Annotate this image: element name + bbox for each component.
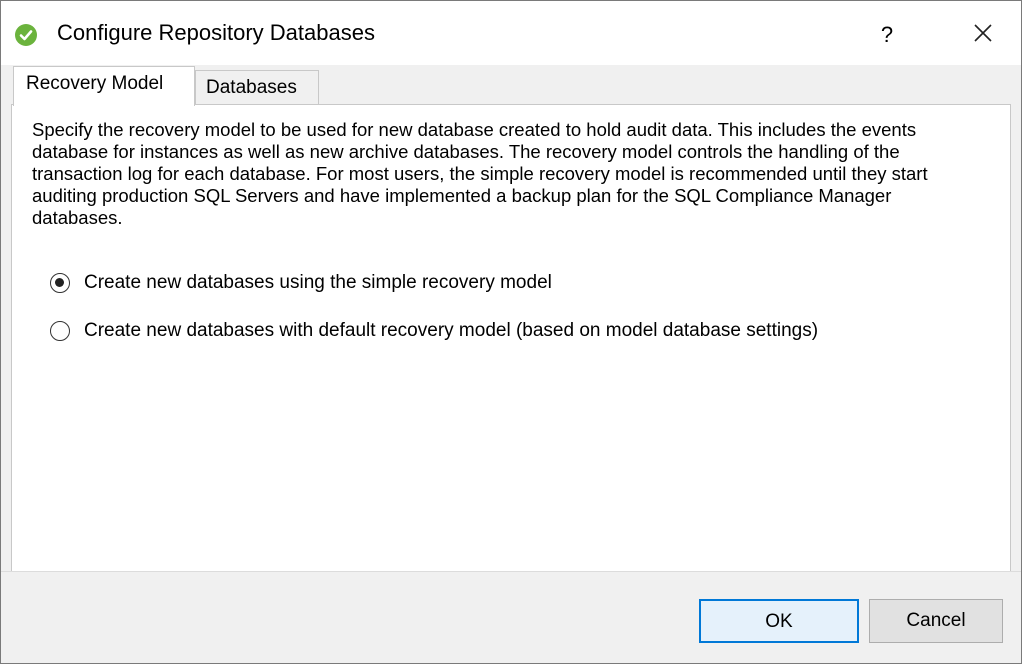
footer-divider bbox=[1, 571, 1021, 572]
tab-strip: Recovery Model Databases bbox=[11, 65, 1011, 106]
ok-button[interactable]: OK bbox=[699, 599, 859, 643]
cancel-button[interactable]: Cancel bbox=[869, 599, 1003, 643]
simple-recovery-label[interactable]: Create new databases using the simple re… bbox=[84, 271, 552, 295]
radio-button-unselected[interactable] bbox=[50, 321, 70, 341]
recovery-model-description: Specify the recovery model to be used fo… bbox=[32, 119, 928, 228]
help-button[interactable]: ? bbox=[867, 15, 907, 55]
radio-dot bbox=[55, 278, 64, 287]
window-title: Configure Repository Databases bbox=[57, 20, 375, 45]
dialog-window: Configure Repository Databases ? Recover… bbox=[0, 0, 1022, 664]
radio-button-selected[interactable] bbox=[50, 273, 70, 293]
tab-recovery-model[interactable]: Recovery Model bbox=[13, 66, 195, 106]
close-icon[interactable] bbox=[963, 17, 1003, 53]
green-check-circle-icon bbox=[15, 24, 37, 46]
title-bar[interactable]: Configure Repository Databases ? bbox=[1, 1, 1021, 65]
tab-databases[interactable]: Databases bbox=[195, 70, 319, 105]
recovery-model-panel: Specify the recovery model to be used fo… bbox=[11, 104, 1011, 572]
default-recovery-label[interactable]: Create new databases with default recove… bbox=[84, 319, 818, 343]
